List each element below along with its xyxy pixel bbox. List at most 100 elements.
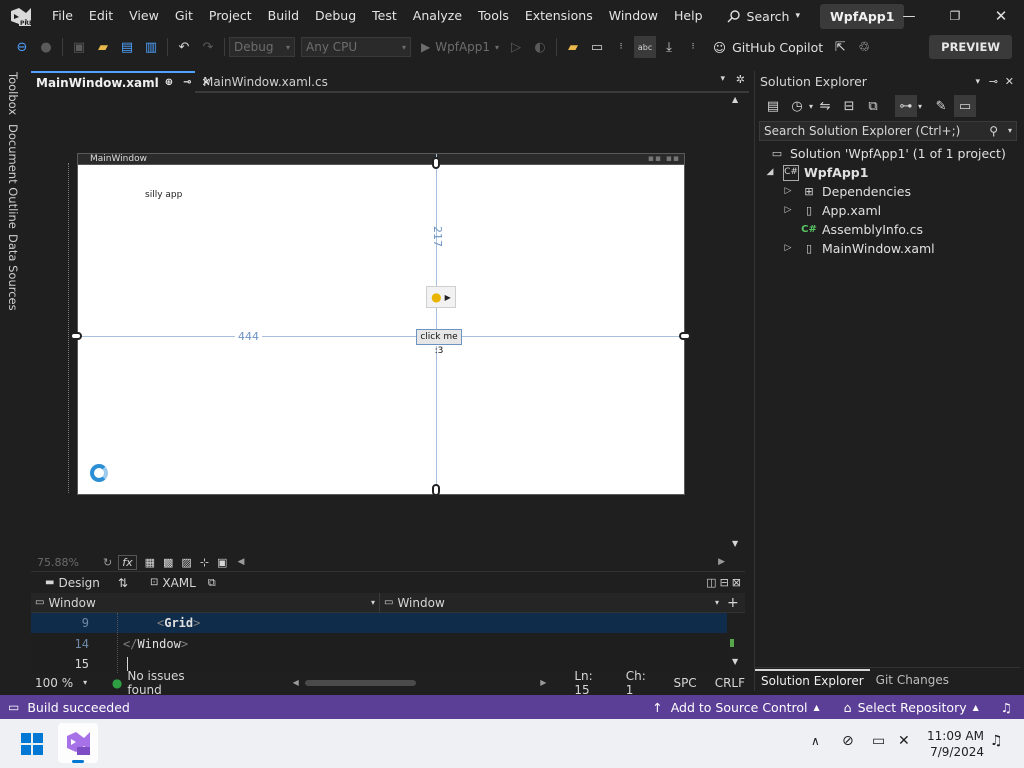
- data-sources-tab[interactable]: Data Sources: [6, 234, 20, 311]
- tab-solution-explorer[interactable]: Solution Explorer: [755, 668, 870, 691]
- pending-changes-filter-icon[interactable]: ◷: [786, 95, 808, 117]
- menu-analyze[interactable]: Analyze: [405, 0, 470, 32]
- network-offline-icon[interactable]: ⊘: [842, 733, 854, 749]
- tree-project-node[interactable]: ◢ C# WpfApp1: [765, 163, 868, 182]
- volume-muted-icon[interactable]: ✕: [898, 733, 910, 749]
- hot-reload-button[interactable]: ◐: [529, 36, 551, 58]
- menu-project[interactable]: Project: [201, 0, 260, 32]
- menu-help[interactable]: Help: [666, 0, 711, 32]
- scroll-left-icon[interactable]: ◀: [237, 557, 244, 567]
- xaml-pane-tab[interactable]: ⊡ XAML: [150, 576, 196, 590]
- clock[interactable]: 11:09 AM 7/9/2024: [924, 728, 984, 760]
- solution-platform-select[interactable]: Any CPU ▾: [301, 37, 411, 57]
- save-button[interactable]: ▤: [116, 36, 138, 58]
- chevron-down-icon[interactable]: ▾: [809, 102, 813, 111]
- menu-edit[interactable]: Edit: [81, 0, 121, 32]
- xaml-designer-surface[interactable]: MainWindow ▪▪ ▪▪ silly app 217 444 ● ▶ c…: [31, 93, 745, 553]
- document-outline-tab[interactable]: Document Outline: [6, 124, 20, 229]
- file-explorer-button[interactable]: ▰: [562, 36, 584, 58]
- wpf-window-preview[interactable]: MainWindow ▪▪ ▪▪ silly app 217 444 ● ▶ c…: [70, 153, 691, 496]
- share-button[interactable]: ⇱: [829, 36, 851, 58]
- tree-item-app-xaml[interactable]: ▷ ▯ App.xaml: [783, 201, 882, 220]
- system-tray-chevron-icon[interactable]: ∧: [811, 734, 820, 748]
- scroll-down-icon[interactable]: ▼: [732, 657, 738, 666]
- silly-app-label[interactable]: silly app: [145, 190, 182, 200]
- top-anchor-handle[interactable]: [432, 157, 440, 169]
- popout-xaml-icon[interactable]: ⧉: [208, 576, 216, 590]
- menu-build[interactable]: Build: [260, 0, 307, 32]
- scroll-left-icon[interactable]: ◀: [293, 678, 299, 687]
- menu-extensions[interactable]: Extensions: [517, 0, 601, 32]
- scroll-down-icon[interactable]: ▼: [732, 539, 738, 548]
- menu-debug[interactable]: Debug: [307, 0, 364, 32]
- issues-indicator[interactable]: ● No issues found: [112, 669, 217, 697]
- search-menu[interactable]: Search ▾: [721, 3, 806, 29]
- preview-selected-icon[interactable]: ▭: [954, 95, 977, 117]
- quick-actions-button[interactable]: ● ▶: [426, 286, 456, 308]
- scroll-right-icon[interactable]: ▶: [540, 678, 546, 687]
- tab-mainwindow-xaml-cs[interactable]: MainWindow.xaml.cs: [203, 71, 328, 93]
- pin-icon[interactable]: ⊸: [183, 74, 191, 92]
- deploy-button[interactable]: ⤓: [658, 36, 680, 58]
- horizontal-split-icon[interactable]: ⊟: [720, 576, 729, 589]
- tree-item-mainwindow-xaml[interactable]: ▷ ▯ MainWindow.xaml: [783, 239, 935, 258]
- close-icon[interactable]: ✕: [1005, 71, 1014, 93]
- start-without-debugging-button[interactable]: ▷: [505, 36, 527, 58]
- select-repository-button[interactable]: ⌂ Select Repository ▲: [844, 700, 979, 715]
- click-me-button-preview[interactable]: click me :3: [416, 329, 462, 356]
- menu-git[interactable]: Git: [167, 0, 201, 32]
- feedback-button[interactable]: ♲: [853, 36, 875, 58]
- column-indicator[interactable]: Ch: 1: [626, 669, 656, 697]
- spacing-indicator[interactable]: SPC: [673, 676, 696, 690]
- gear-icon[interactable]: ✲: [736, 73, 745, 86]
- maximize-button[interactable]: ❐: [932, 0, 978, 32]
- undo-button[interactable]: ↶: [173, 36, 195, 58]
- designer-zoom-level[interactable]: 75.88%: [37, 556, 99, 569]
- toolbar-options-button[interactable]: ⁝: [682, 36, 704, 58]
- line-indicator[interactable]: Ln: 15: [574, 669, 609, 697]
- snap-grid-icon[interactable]: ▩: [163, 556, 173, 569]
- scroll-right-icon[interactable]: ▶: [718, 557, 725, 567]
- taskbar-visual-studio-button[interactable]: [58, 723, 98, 763]
- open-file-button[interactable]: ▰: [92, 36, 114, 58]
- solution-search-input[interactable]: Search Solution Explorer (Ctrl+;) ⚲ ▾: [759, 121, 1017, 141]
- scroll-up-icon[interactable]: ▲: [732, 95, 738, 104]
- close-button[interactable]: ✕: [978, 0, 1024, 32]
- solution-configuration-select[interactable]: Debug ▾: [229, 37, 295, 57]
- preview-badge-button[interactable]: PREVIEW: [929, 35, 1012, 59]
- right-anchor-handle[interactable]: [679, 332, 691, 340]
- menu-tools[interactable]: Tools: [470, 0, 517, 32]
- line-ending-indicator[interactable]: CRLF: [715, 676, 745, 690]
- tree-item-assemblyinfo[interactable]: C# AssemblyInfo.cs: [801, 220, 923, 239]
- collapse-pane-icon[interactable]: ⊠: [732, 576, 741, 589]
- tree-solution-node[interactable]: ▭ Solution 'WpfApp1' (1 of 1 project): [769, 144, 1006, 163]
- menu-window[interactable]: Window: [601, 0, 666, 32]
- collapse-all-icon[interactable]: ⊟: [838, 95, 860, 117]
- left-anchor-handle[interactable]: [70, 332, 82, 340]
- new-project-button[interactable]: ▣: [68, 36, 90, 58]
- editor-vertical-scrollbar[interactable]: ▼: [729, 613, 745, 673]
- notification-center-icon[interactable]: ♫: [990, 733, 1003, 749]
- properties-wrench-icon[interactable]: ✎: [930, 95, 952, 117]
- minimize-button[interactable]: —: [886, 0, 932, 32]
- editor-zoom-select[interactable]: 100 % ▾: [31, 676, 88, 690]
- notifications-bell-icon[interactable]: ♫: [1001, 700, 1012, 715]
- design-pane-tab[interactable]: ▬ Design: [45, 576, 100, 590]
- element-type-select[interactable]: ▭ Window ▾: [31, 593, 379, 613]
- add-split-icon[interactable]: +: [727, 595, 739, 611]
- tree-item-dependencies[interactable]: ▷ ⊞ Dependencies: [783, 182, 911, 201]
- start-debugging-button[interactable]: ▶ WpfApp1 ▾: [421, 40, 499, 54]
- menu-file[interactable]: File: [44, 0, 81, 32]
- xaml-code-editor[interactable]: 9 <Grid> 14 </Window> 15 ▼: [31, 613, 745, 673]
- show-all-files-icon[interactable]: ⧉: [862, 95, 884, 117]
- switch-views-icon[interactable]: ▤: [762, 95, 784, 117]
- refresh-icon[interactable]: ↻: [103, 556, 112, 569]
- chevron-down-icon[interactable]: ▾: [918, 102, 922, 111]
- designer-vertical-scrollbar[interactable]: ▲ ▼: [729, 93, 745, 553]
- horizontal-scroll-thumb[interactable]: [304, 679, 417, 686]
- display-icon[interactable]: ▭: [872, 733, 885, 749]
- collapsed-arrow-icon[interactable]: ▷: [783, 182, 793, 201]
- github-copilot-button[interactable]: ☺ GitHub Copilot: [713, 40, 823, 55]
- pin-icon[interactable]: ⊸: [989, 71, 998, 93]
- menu-view[interactable]: View: [121, 0, 167, 32]
